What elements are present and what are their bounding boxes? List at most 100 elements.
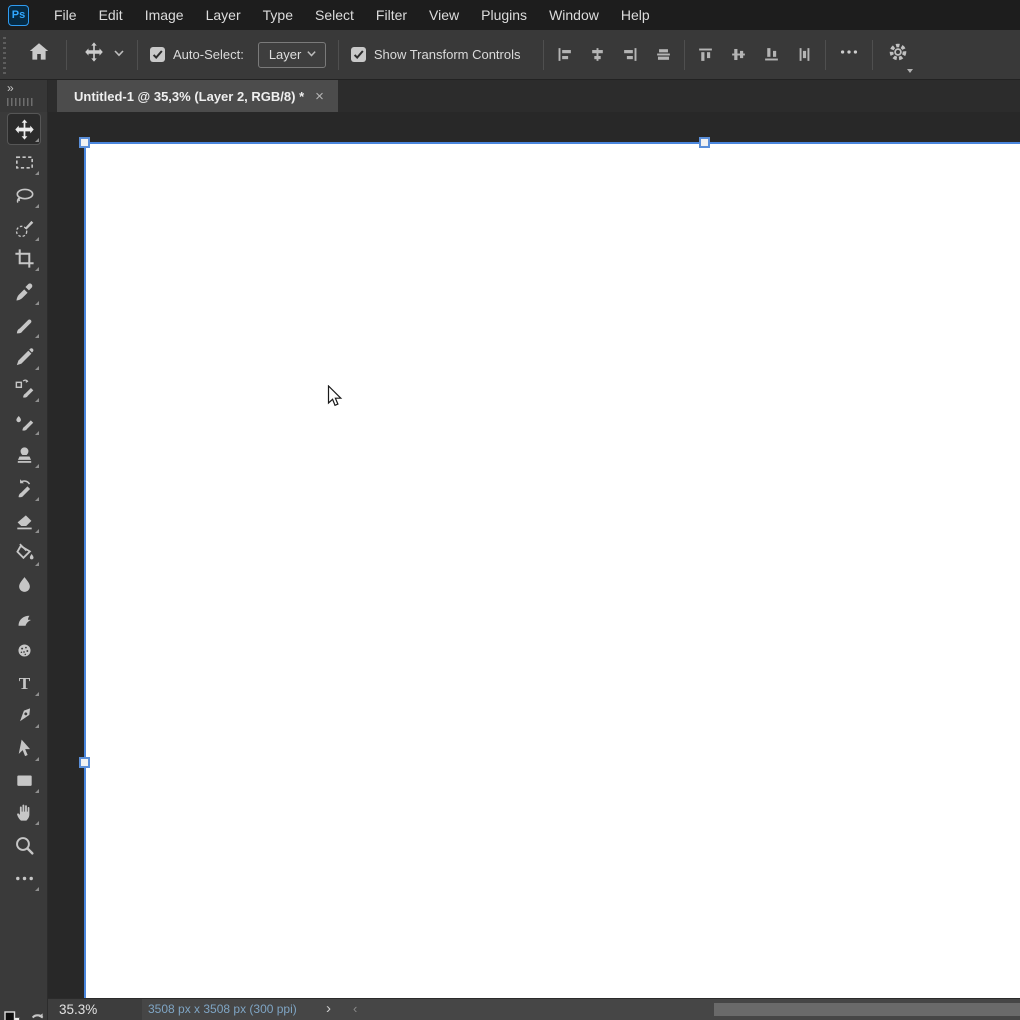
- paint-bucket-tool[interactable]: [8, 538, 40, 568]
- gear-icon: [886, 40, 910, 69]
- status-expand-icon[interactable]: ›: [326, 999, 331, 1019]
- logo-text: Ps: [11, 9, 26, 21]
- more-align-options-button[interactable]: [838, 41, 860, 68]
- chevron-down-icon: [113, 46, 125, 64]
- status-bar: 35.3% 3508 px x 3508 px (300 ppi) › ‹: [48, 998, 1020, 1020]
- eraser-tool[interactable]: [8, 505, 40, 535]
- history-brush-tool[interactable]: [8, 473, 40, 503]
- menu-item-edit[interactable]: Edit: [88, 0, 134, 30]
- crop-tool[interactable]: [8, 243, 40, 273]
- align-left-edges-icon[interactable]: [556, 46, 573, 63]
- auto-select-checkbox[interactable]: Auto-Select:: [150, 47, 244, 62]
- transform-handle-top-center[interactable]: [699, 137, 710, 148]
- transform-handle-middle-left[interactable]: [79, 757, 90, 768]
- home-button[interactable]: [24, 40, 54, 69]
- type-tool[interactable]: T: [8, 668, 40, 698]
- panel-grip[interactable]: [7, 98, 35, 106]
- horizontal-scrollbar-thumb[interactable]: [714, 1003, 1020, 1016]
- separator: [66, 39, 67, 70]
- checkbox-checked-icon: [150, 47, 165, 62]
- document-tab[interactable]: Untitled-1 @ 35,3% (Layer 2, RGB/8) * ×: [57, 80, 338, 112]
- zoom-level-field[interactable]: 35.3%: [48, 999, 142, 1020]
- align-bottom-edges-icon[interactable]: [763, 46, 780, 63]
- color-replacement-tool[interactable]: [8, 374, 40, 404]
- distribute-horizontal-centers-icon[interactable]: [796, 46, 813, 63]
- pen-tool[interactable]: [8, 700, 40, 730]
- separator: [337, 39, 339, 70]
- align-horizontal-centers-icon[interactable]: [589, 46, 606, 63]
- show-transform-checkbox[interactable]: Show Transform Controls: [350, 47, 521, 62]
- menu-item-type[interactable]: Type: [252, 0, 304, 30]
- clone-stamp-tool[interactable]: [8, 440, 40, 470]
- menu-item-plugins[interactable]: Plugins: [470, 0, 538, 30]
- menu-item-file[interactable]: File: [43, 0, 88, 30]
- smudge-tool[interactable]: [8, 603, 40, 633]
- expand-panel-icon[interactable]: »: [0, 80, 47, 95]
- hand-tool[interactable]: [8, 797, 40, 827]
- mixer-brush-tool[interactable]: [8, 407, 40, 437]
- layer-mode-value: Layer: [268, 47, 302, 62]
- align-right-edges-icon[interactable]: [622, 46, 639, 63]
- move-icon: [83, 41, 105, 68]
- document-tab-title: Untitled-1 @ 35,3% (Layer 2, RGB/8) *: [74, 88, 305, 104]
- document-canvas[interactable]: [85, 143, 1020, 998]
- align-top-edges-icon[interactable]: [697, 46, 714, 63]
- close-tab-icon[interactable]: ×: [315, 89, 324, 104]
- menu-item-select[interactable]: Select: [304, 0, 365, 30]
- align-vertical-centers-icon[interactable]: [655, 46, 672, 63]
- document-tab-bar: » Untitled-1 @ 35,3% (Layer 2, RGB/8) * …: [0, 80, 1020, 112]
- lasso-tool[interactable]: [8, 180, 40, 210]
- transform-bounds-top[interactable]: [84, 142, 1020, 144]
- document-info-text: 3508 px x 3508 px (300 ppi): [148, 1002, 297, 1016]
- menu-item-filter[interactable]: Filter: [365, 0, 418, 30]
- swap-colors-icon[interactable]: [28, 1010, 47, 1020]
- scroll-left-icon[interactable]: ‹: [353, 999, 357, 1019]
- blur-tool[interactable]: [8, 570, 40, 600]
- align-buttons-group: [556, 46, 672, 63]
- move-tool[interactable]: [8, 114, 40, 144]
- align-buttons-group: [697, 46, 813, 63]
- eyedropper-tool[interactable]: [8, 277, 40, 307]
- rectangular-marquee-tool[interactable]: [8, 147, 40, 177]
- move-tool-preset-button[interactable]: [83, 41, 125, 68]
- menu-item-layer[interactable]: Layer: [195, 0, 252, 30]
- tools-panel-header: »: [0, 80, 48, 112]
- quick-selection-tool[interactable]: [8, 213, 40, 243]
- tool-options-settings-button[interactable]: [885, 40, 913, 73]
- transform-bounds-left[interactable]: [84, 142, 86, 998]
- auto-select-label: Auto-Select:: [173, 47, 244, 62]
- options-bar: Auto-Select: Layer Show Transform Contro…: [0, 30, 1020, 80]
- layer-mode-dropdown[interactable]: Layer: [257, 41, 326, 68]
- default-colors-icon[interactable]: [2, 1009, 24, 1020]
- brush-tool[interactable]: [8, 310, 40, 340]
- zoom-tool[interactable]: [8, 830, 40, 860]
- photoshop-logo-icon[interactable]: Ps: [8, 4, 29, 26]
- menu-bar: Ps File Edit Image Layer Type Select Filter Vie…: [0, 0, 1020, 30]
- show-transform-label: Show Transform Controls: [373, 47, 521, 62]
- ellipsis-icon: [838, 41, 860, 68]
- sponge-tool[interactable]: [8, 635, 40, 665]
- svg-text:T: T: [18, 673, 30, 692]
- photoshop-window: Ps File Edit Image Layer Type Select Filter Vie…: [0, 0, 1020, 1020]
- rectangle-tool[interactable]: [8, 765, 40, 795]
- tools-panel: T: [0, 112, 48, 1020]
- menu-item-help[interactable]: Help: [610, 0, 661, 30]
- options-bar-grip[interactable]: [3, 35, 6, 74]
- path-selection-tool[interactable]: [8, 733, 40, 763]
- menu-item-image[interactable]: Image: [134, 0, 195, 30]
- separator: [683, 39, 685, 70]
- distribute-vertical-centers-icon[interactable]: [730, 46, 747, 63]
- menu-item-view[interactable]: View: [418, 0, 470, 30]
- separator: [824, 39, 826, 70]
- canvas-area[interactable]: [48, 112, 1020, 998]
- checkbox-checked-icon: [350, 47, 366, 62]
- menu-item-window[interactable]: Window: [538, 0, 610, 30]
- pencil-tool[interactable]: [8, 342, 40, 372]
- edit-toolbar[interactable]: [8, 863, 40, 893]
- separator: [137, 39, 138, 70]
- transform-handle-top-left[interactable]: [79, 137, 90, 148]
- home-icon: [27, 40, 51, 69]
- separator: [871, 39, 873, 70]
- menu-items: File Edit Image Layer Type Select Filter View Pl…: [43, 0, 661, 30]
- separator: [542, 39, 544, 70]
